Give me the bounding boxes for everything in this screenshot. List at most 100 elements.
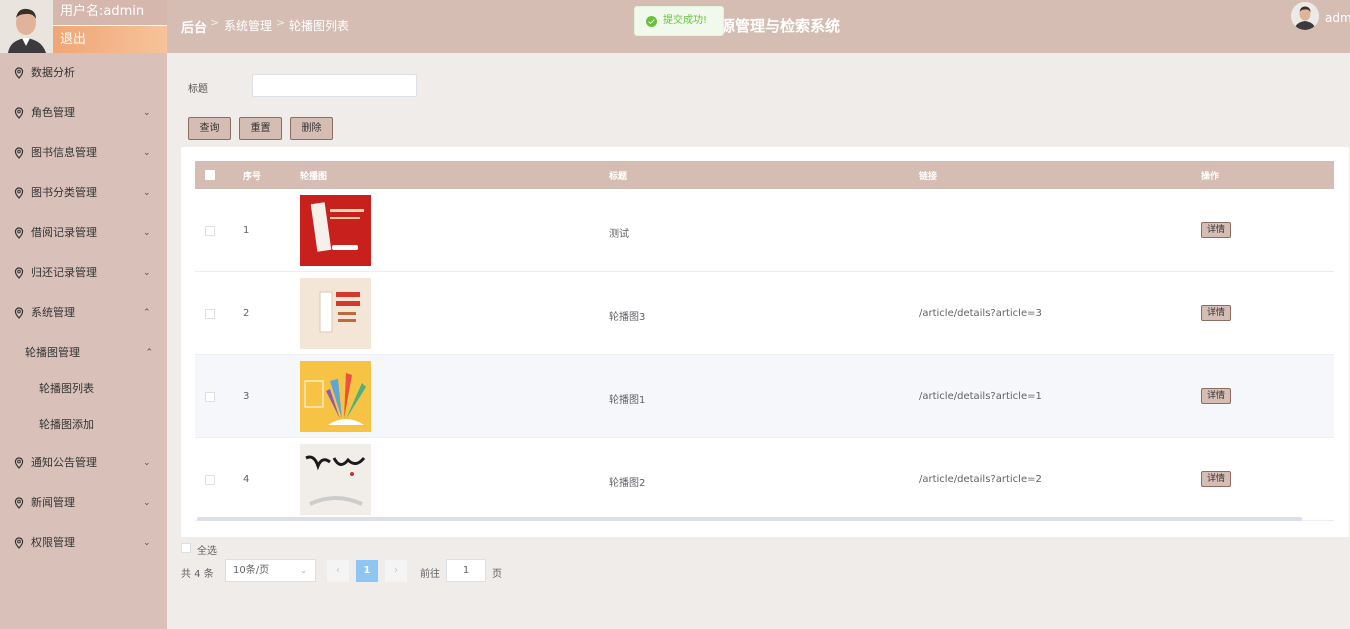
user-box: 用户名:admin 退出 [0, 0, 167, 53]
logout-button[interactable]: 退出 [53, 26, 167, 53]
select-all-header-checkbox[interactable] [205, 170, 215, 180]
menu-label: 借阅记录管理 [31, 226, 97, 239]
menu-item-book-info[interactable]: 图书信息管理 ⌄ [0, 133, 167, 173]
row-index: 3 [243, 391, 250, 402]
goto-page-input[interactable]: 1 [446, 559, 486, 582]
menu-label: 权限管理 [31, 536, 75, 549]
menu-label: 新闻管理 [31, 496, 75, 509]
chevron-down-icon: ⌄ [143, 108, 151, 118]
header-username[interactable]: admi [1325, 11, 1350, 25]
chevron-up-icon: ⌃ [143, 308, 151, 318]
system-title: 源管理与检索系统 [720, 17, 841, 35]
menu-item-permission-management[interactable]: 权限管理 ⌄ [0, 523, 167, 563]
location-pin-icon [14, 147, 24, 159]
query-button[interactable]: 查询 [188, 117, 231, 140]
next-page-button[interactable]: › [385, 560, 407, 582]
success-toast: 提交成功! [634, 6, 724, 36]
row-title: 轮播图2 [609, 478, 646, 489]
location-pin-icon [14, 457, 24, 469]
page-suffix-label: 页 [492, 569, 502, 580]
page-number-current[interactable]: 1 [356, 560, 378, 582]
menu-item-system-management[interactable]: 系统管理 ⌃ [0, 293, 167, 333]
column-header-index: 序号 [243, 172, 262, 182]
row-title: 轮播图1 [609, 395, 646, 406]
row-checkbox[interactable] [205, 226, 215, 236]
menu-label: 图书信息管理 [31, 146, 97, 159]
menu-item-role-management[interactable]: 角色管理 ⌄ [0, 93, 167, 133]
row-index: 2 [243, 308, 250, 319]
prev-page-button[interactable]: ‹ [327, 560, 349, 582]
location-pin-icon [14, 267, 24, 279]
submenu-group-label: 轮播图管理 [25, 346, 80, 359]
row-link[interactable]: /article/details?article=1 [919, 391, 1042, 402]
breadcrumb-home[interactable]: 后台 [181, 17, 207, 36]
menu-label: 数据分析 [31, 66, 75, 79]
breadcrumb-separator-icon: > [210, 16, 220, 29]
row-checkbox[interactable] [205, 309, 215, 319]
location-pin-icon [14, 67, 24, 79]
row-link[interactable]: /article/details?article=2 [919, 474, 1042, 485]
page-size-value: 10条/页 [233, 565, 270, 576]
header-avatar[interactable] [1291, 2, 1319, 30]
column-header-link: 链接 [919, 172, 938, 182]
menu-item-data-analysis[interactable]: 数据分析 [0, 53, 167, 93]
delete-button[interactable]: 删除 [290, 117, 333, 140]
row-title: 轮播图3 [609, 312, 646, 323]
submenu-item-carousel-add[interactable]: 轮播图添加 [0, 405, 167, 445]
location-pin-icon [14, 187, 24, 199]
table-row: 2 轮播图3 /article/details?article=3 详情 [195, 272, 1334, 355]
table-header: 序号 轮播图 标题 链接 操作 [195, 161, 1334, 189]
menu-label: 角色管理 [31, 106, 75, 119]
menu-label: 归还记录管理 [31, 266, 97, 279]
location-pin-icon [14, 107, 24, 119]
breadcrumb-system[interactable]: 系统管理 [224, 17, 272, 34]
select-all-checkbox[interactable] [181, 543, 191, 553]
menu-label: 系统管理 [31, 306, 75, 319]
chevron-down-icon: ⌄ [143, 268, 151, 278]
column-header-image: 轮播图 [300, 172, 328, 182]
horizontal-scrollbar[interactable] [197, 517, 1302, 521]
menu-item-borrow-records[interactable]: 借阅记录管理 ⌄ [0, 213, 167, 253]
carousel-thumbnail [300, 195, 371, 266]
title-search-input[interactable] [252, 74, 417, 97]
detail-button[interactable]: 详情 [1201, 305, 1231, 321]
menu-label: 图书分类管理 [31, 186, 97, 199]
location-pin-icon [14, 537, 24, 549]
menu-item-return-records[interactable]: 归还记录管理 ⌄ [0, 253, 167, 293]
username-label: 用户名:admin [53, 0, 167, 26]
sidebar: 用户名:admin 退出 数据分析 角色管理 ⌄ 图书信息管理 ⌄ 图书分类管理… [0, 0, 167, 629]
table-row: 3 轮播图1 /article/details?article=1 详情 [195, 355, 1334, 438]
row-checkbox[interactable] [205, 392, 215, 402]
menu-item-notice-management[interactable]: 通知公告管理 ⌄ [0, 443, 167, 483]
menu-label: 通知公告管理 [31, 456, 97, 469]
carousel-thumbnail [300, 444, 371, 515]
breadcrumb-separator-icon: > [276, 16, 286, 29]
menu-item-book-category[interactable]: 图书分类管理 ⌄ [0, 173, 167, 213]
submenu-carousel-management[interactable]: 轮播图管理 ⌃ [0, 333, 167, 373]
column-header-action[interactable]: 操作 [1201, 169, 1219, 182]
menu-item-news-management[interactable]: 新闻管理 ⌄ [0, 483, 167, 523]
submenu-item-carousel-list[interactable]: 轮播图列表 [0, 369, 167, 409]
location-pin-icon [14, 307, 24, 319]
top-header: 后台 > 系统管理 > 轮播图列表 源管理与检索系统 提交成功! admi [167, 0, 1350, 53]
reset-button[interactable]: 重置 [239, 117, 282, 140]
chevron-down-icon: ⌄ [143, 188, 151, 198]
select-all-label[interactable]: 全选 [197, 542, 217, 557]
detail-button[interactable]: 详情 [1201, 222, 1231, 238]
detail-button[interactable]: 详情 [1201, 388, 1231, 404]
chevron-down-icon: ⌄ [143, 458, 151, 468]
user-avatar [0, 0, 53, 53]
detail-button[interactable]: 详情 [1201, 471, 1231, 487]
chevron-down-icon: ⌄ [143, 538, 151, 548]
chevron-down-icon: ⌄ [300, 566, 307, 575]
location-pin-icon [14, 497, 24, 509]
total-count: 共 4 条 [181, 569, 214, 580]
page-size-select[interactable]: 10条/页 ⌄ [225, 559, 316, 582]
toast-message: 提交成功! [663, 15, 708, 26]
chevron-down-icon: ⌄ [143, 498, 151, 508]
row-link[interactable]: /article/details?article=3 [919, 308, 1042, 319]
goto-label: 前往 [420, 569, 440, 580]
chevron-up-icon: ⌃ [145, 348, 153, 358]
row-checkbox[interactable] [205, 475, 215, 485]
table-row: 4 轮播图2 /article/details?article=2 详情 [195, 438, 1334, 521]
